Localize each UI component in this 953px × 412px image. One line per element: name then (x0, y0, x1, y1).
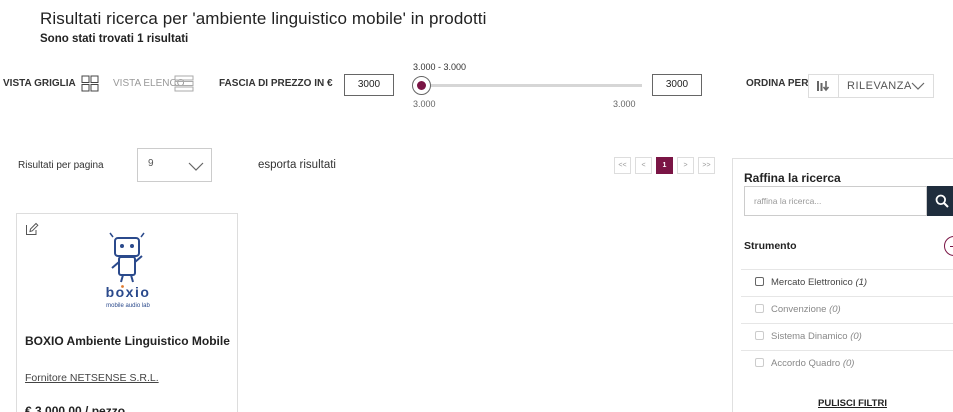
grid-view-label[interactable]: VISTA GRIGLIA (3, 78, 76, 89)
refine-title: Raffina la ricerca (744, 171, 841, 185)
filter-option-mercato-elettronico[interactable]: Mercato Elettronico (1) (741, 269, 953, 294)
page-title: Risultati ricerca per 'ambiente linguist… (40, 9, 487, 28)
filter-section-label: Strumento (744, 240, 797, 252)
search-icon (935, 194, 949, 208)
checkbox (755, 304, 764, 313)
logo-tagline: mobile audio lab (106, 303, 150, 309)
pagination-last[interactable]: >> (698, 157, 715, 174)
filter-option-sistema-dinamico: Sistema Dinamico (0) (741, 323, 953, 348)
grid-view-icon[interactable] (81, 75, 99, 92)
product-card[interactable]: boxio mobile audio lab BOXIO Ambiente Li… (16, 213, 238, 412)
sort-direction-button[interactable] (808, 74, 838, 98)
collapse-icon[interactable] (944, 236, 953, 256)
price-range-label: FASCIA DI PREZZO IN € (219, 78, 333, 89)
pagination: << < 1 > >> (614, 157, 715, 174)
pagination-page-current[interactable]: 1 (656, 157, 673, 174)
sort-select[interactable]: RILEVANZA (838, 74, 934, 98)
product-vendor-link[interactable]: Fornitore NETSENSE S.R.L. (25, 372, 159, 384)
checkbox[interactable] (755, 277, 764, 286)
slider-max-label: 3.000 (613, 99, 636, 109)
results-per-page-value: 9 (148, 158, 154, 169)
price-min-input[interactable]: 3000 (344, 74, 394, 96)
filter-option-accordo-quadro: Accordo Quadro (0) (741, 350, 953, 375)
price-slider-track[interactable] (413, 84, 642, 87)
slider-min-label: 3.000 (413, 99, 436, 109)
product-price: € 3.000,00 / pezzo (25, 404, 126, 412)
filter-option-convenzione: Convenzione (0) (741, 296, 953, 321)
list-view-icon[interactable] (174, 75, 194, 92)
product-title[interactable]: BOXIO Ambiente Linguistico Mobile (25, 334, 230, 348)
refine-search-input[interactable]: raffina la ricerca... (744, 186, 927, 216)
logo-wordmark: boxio (106, 284, 151, 300)
results-per-page-label: Risultati per pagina (18, 160, 104, 171)
sort-label: ORDINA PER (746, 78, 809, 89)
checkbox (755, 331, 764, 340)
boxio-robot-icon (109, 232, 145, 283)
edit-icon[interactable] (25, 222, 39, 236)
pagination-prev[interactable]: < (635, 157, 652, 174)
price-slider-handle[interactable] (412, 76, 431, 95)
results-count: Sono stati trovati 1 risultati (40, 33, 189, 45)
export-results-link[interactable]: esporta risultati (258, 159, 336, 171)
sort-icon (816, 81, 829, 92)
pagination-first[interactable]: << (614, 157, 631, 174)
product-logo[interactable]: boxio mobile audio lab (88, 232, 168, 310)
clear-filters-link[interactable]: PULISCI FILTRI (818, 398, 887, 409)
chevron-down-icon (911, 82, 925, 90)
price-max-input[interactable]: 3000 (652, 74, 702, 96)
toolbar: VISTA GRIGLIA VISTA ELENCO FASCIA DI PRE… (0, 60, 953, 110)
pagination-next[interactable]: > (677, 157, 694, 174)
slider-range-text: 3.000 - 3.000 (413, 62, 467, 72)
refine-search-button[interactable] (927, 186, 953, 216)
logo-dot (121, 285, 124, 288)
results-per-page-select[interactable]: 9 (137, 148, 212, 182)
sort-value: RILEVANZA (847, 80, 912, 92)
refine-panel: Raffina la ricerca raffina la ricerca...… (732, 158, 953, 412)
checkbox (755, 358, 764, 367)
chevron-down-icon (188, 162, 204, 171)
